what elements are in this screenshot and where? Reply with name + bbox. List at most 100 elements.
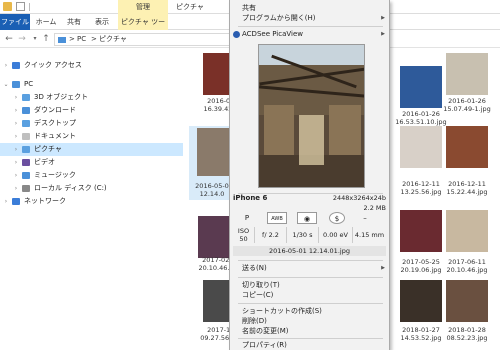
exposure-icon: –: [363, 214, 367, 222]
address-bar[interactable]: > PC > ピクチャ: [54, 33, 230, 46]
nav-3d-objects[interactable]: › 3D オブジェクト: [0, 91, 183, 104]
chevron-down-icon[interactable]: ⌄: [2, 78, 10, 91]
menu-label: 名前の変更(M): [242, 327, 289, 335]
menu-item-send-to[interactable]: 送る(N) ▶: [230, 263, 389, 274]
tab-home[interactable]: ホーム: [34, 14, 58, 30]
chevron-right-icon[interactable]: ›: [12, 143, 20, 156]
chevron-right-icon[interactable]: ›: [12, 182, 20, 195]
nav-label: デスクトップ: [34, 119, 76, 127]
menu-item-open-with[interactable]: プログラムから開く(H) ▶: [230, 13, 389, 24]
chevron-right-icon[interactable]: ›: [12, 130, 20, 143]
menu-item-properties[interactable]: プロパティ(R): [230, 340, 389, 350]
flash-icon: $: [329, 212, 345, 224]
menu-item-acdsee[interactable]: ACDSee PicaView ▶: [230, 29, 389, 40]
exposure-value: 0.00 eV: [319, 227, 353, 243]
aperture-value: f/ 2.2: [255, 227, 287, 243]
white-balance-icon: AWB: [267, 212, 287, 224]
thumbnail-item[interactable]: 2017-06-11 20.10.46.jpg: [446, 210, 488, 274]
music-icon: [22, 172, 30, 179]
back-arrow-icon[interactable]: ←: [3, 33, 15, 45]
menu-label: ショートカットの作成(S): [242, 307, 322, 315]
nav-label: PC: [24, 80, 34, 88]
acdsee-logo-icon: [233, 31, 240, 38]
chevron-right-icon[interactable]: ›: [12, 104, 20, 117]
chevron-right-icon[interactable]: ›: [12, 156, 20, 169]
thumbnail-image: [400, 66, 442, 108]
menu-label: 削除(D): [242, 317, 267, 325]
divider: [29, 3, 30, 11]
tab-file[interactable]: ファイル: [0, 14, 30, 30]
nav-label: ネットワーク: [24, 197, 66, 205]
chevron-right-icon[interactable]: ›: [12, 169, 20, 182]
nav-label: クイック アクセス: [24, 61, 82, 69]
nav-videos[interactable]: › ビデオ: [0, 156, 183, 169]
breadcrumb-separator: >: [91, 35, 97, 43]
thumbnail-item[interactable]: 2016-12-11 13.25.56.jpg: [400, 126, 442, 196]
thumbnail-image: [400, 126, 442, 168]
menu-separator: [238, 26, 383, 27]
menu-item-copy[interactable]: コピー(C): [230, 290, 389, 301]
thumbnail-image: [400, 210, 442, 252]
chevron-right-icon[interactable]: ›: [12, 117, 20, 130]
nav-network[interactable]: › ネットワーク: [0, 195, 183, 208]
nav-downloads[interactable]: › ダウンロード: [0, 104, 183, 117]
video-icon: [22, 159, 30, 166]
nav-local-disk[interactable]: › ローカル ディスク (C:): [0, 182, 183, 195]
menu-item-rename[interactable]: 名前の変更(M): [230, 326, 389, 337]
up-arrow-icon[interactable]: ↑: [40, 33, 52, 45]
tab-share[interactable]: 共有: [62, 14, 86, 30]
camera-model: iPhone 6: [233, 194, 268, 202]
chevron-right-icon[interactable]: ›: [2, 59, 10, 72]
thumbnail-item[interactable]: 2017-05-25 20.19.06.jpg: [400, 210, 442, 274]
tab-view[interactable]: 表示: [90, 14, 114, 30]
photo-preview: [258, 44, 365, 188]
document-icon[interactable]: [16, 2, 25, 11]
nav-label: ピクチャ: [34, 145, 62, 153]
thumbnail-image: [446, 280, 488, 322]
nav-pictures[interactable]: › ピクチャ: [0, 143, 183, 156]
shutter-value: 1/30 s: [287, 227, 319, 243]
file-name: 2016-01-26 15.07.49-1.jpg: [443, 97, 491, 113]
disk-icon: [22, 185, 30, 192]
preview-light: [299, 115, 324, 165]
thumbnail-image: [446, 126, 488, 168]
thumbnail-item[interactable]: 2016-12-11 15.22.44.jpg: [446, 126, 488, 196]
menu-separator: [238, 277, 383, 278]
thumbnail-item[interactable]: 2016-01-26 16.53.51.10.jpg: [395, 66, 447, 126]
menu-label: 送る(N): [242, 264, 267, 272]
nav-desktop[interactable]: › デスクトップ: [0, 117, 183, 130]
cube-icon: [22, 94, 30, 101]
thumbnail-item[interactable]: 2016-01-26 15.07.49-1.jpg: [443, 53, 491, 113]
nav-documents[interactable]: › ドキュメント: [0, 130, 183, 143]
network-icon: [12, 198, 20, 205]
chevron-right-icon[interactable]: ›: [12, 91, 20, 104]
breadcrumb-pictures[interactable]: ピクチャ: [99, 34, 127, 45]
menu-label: 共有: [242, 4, 256, 12]
forward-arrow-icon[interactable]: →: [16, 33, 28, 45]
iso-value: ISO 50: [233, 227, 255, 243]
thumbnail-item-selected[interactable]: 2016-05-0 12.14.0: [189, 126, 233, 200]
nav-quick-access[interactable]: › クイック アクセス: [0, 59, 183, 72]
nav-label: ダウンロード: [34, 106, 76, 114]
menu-label: 切り取り(T): [242, 281, 280, 289]
nav-label: ローカル ディスク (C:): [34, 184, 107, 192]
chevron-right-icon: ▶: [381, 31, 385, 37]
breadcrumb-pc[interactable]: PC: [77, 34, 86, 45]
thumbnail-item[interactable]: 2018-01-27 14.53.52.jpg: [400, 280, 442, 342]
menu-separator: [238, 303, 383, 304]
desktop-icon: [22, 120, 30, 127]
program-mode-icon: P: [244, 214, 250, 222]
image-dimensions: 2448x3264x24b: [332, 194, 386, 202]
window-title: ピクチャ: [176, 3, 204, 11]
nav-music[interactable]: › ミュージック: [0, 169, 183, 182]
menu-label: プロパティ(R): [242, 341, 287, 349]
thumbnail-image: [446, 53, 488, 95]
tab-picture-tools[interactable]: ピクチャ ツール: [118, 14, 168, 42]
menu-label: コピー(C): [242, 291, 274, 299]
manage-context-label: 管理: [118, 0, 168, 14]
exif-panel: P AWB ◉ $ – ISO 50 f/ 2.2 1/30 s 0.00 eV…: [233, 211, 386, 257]
chevron-right-icon[interactable]: ›: [2, 195, 10, 208]
nav-pc[interactable]: ⌄ PC: [0, 78, 183, 91]
nav-label: ドキュメント: [34, 132, 76, 140]
thumbnail-item[interactable]: 2018-01-28 08.52.23.jpg: [446, 280, 488, 342]
